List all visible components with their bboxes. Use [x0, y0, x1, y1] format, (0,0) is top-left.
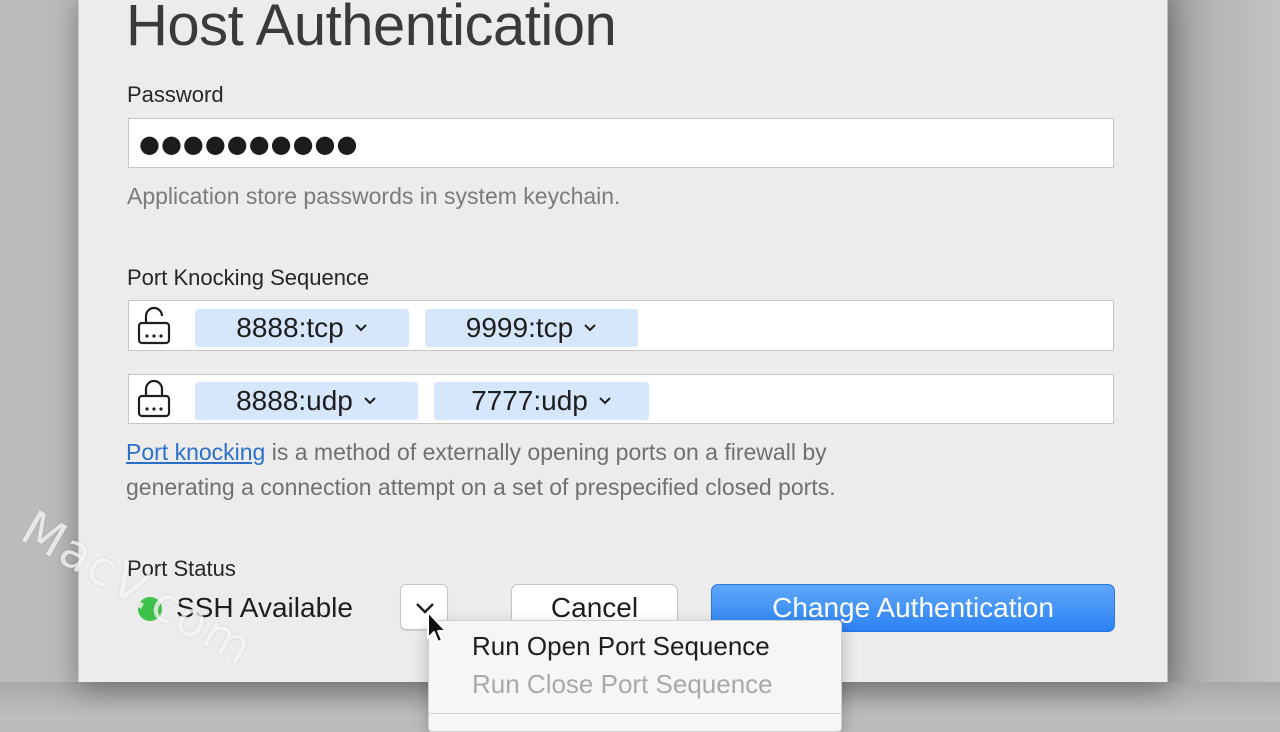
- port-chip-close-2[interactable]: 7777:udp: [434, 382, 649, 420]
- port-knocking-link[interactable]: Port knocking: [126, 439, 265, 465]
- background-right: [1166, 0, 1280, 720]
- port-actions-menu: Run Open Port Sequence Run Close Port Se…: [428, 620, 842, 732]
- password-value: ●●●●●●●●●●: [139, 130, 359, 158]
- port-chip-label: 9999:tcp: [465, 312, 574, 343]
- port-chip-label: 8888:tcp: [236, 312, 344, 343]
- chevron-down-icon: [584, 324, 596, 332]
- port-chip-label: 7777:udp: [471, 385, 588, 416]
- menu-item-run-open-port-sequence[interactable]: Run Open Port Sequence: [472, 631, 770, 662]
- mouse-cursor-icon: [427, 611, 447, 643]
- port-chip-open-2[interactable]: 9999:tcp: [425, 309, 638, 347]
- port-chip-open-1[interactable]: 8888:tcp: [195, 309, 409, 347]
- chevron-down-icon: [354, 324, 367, 332]
- port-knocking-description-line1: Port knocking is a method of externally …: [126, 439, 827, 466]
- unlocked-lock-icon: [137, 306, 171, 345]
- password-field[interactable]: ●●●●●●●●●●: [128, 118, 1114, 168]
- port-chip-label: 8888:udp: [236, 385, 353, 416]
- port-knocking-description-line2: generating a connection attempt on a set…: [126, 474, 836, 500]
- menu-separator: [429, 713, 841, 714]
- locked-lock-icon: [137, 379, 171, 418]
- port-chip-close-1[interactable]: 8888:udp: [195, 382, 418, 420]
- password-hint: Application store passwords in system ke…: [127, 183, 621, 209]
- menu-item-run-close-port-sequence: Run Close Port Sequence: [472, 669, 773, 699]
- chevron-down-icon: [364, 397, 376, 405]
- dialog-title: Host Authentication: [126, 0, 617, 58]
- password-label: Password: [127, 82, 224, 107]
- description-text: is a method of externally opening ports …: [265, 439, 827, 465]
- port-knocking-label: Port Knocking Sequence: [127, 265, 370, 290]
- chevron-down-icon: [599, 397, 611, 405]
